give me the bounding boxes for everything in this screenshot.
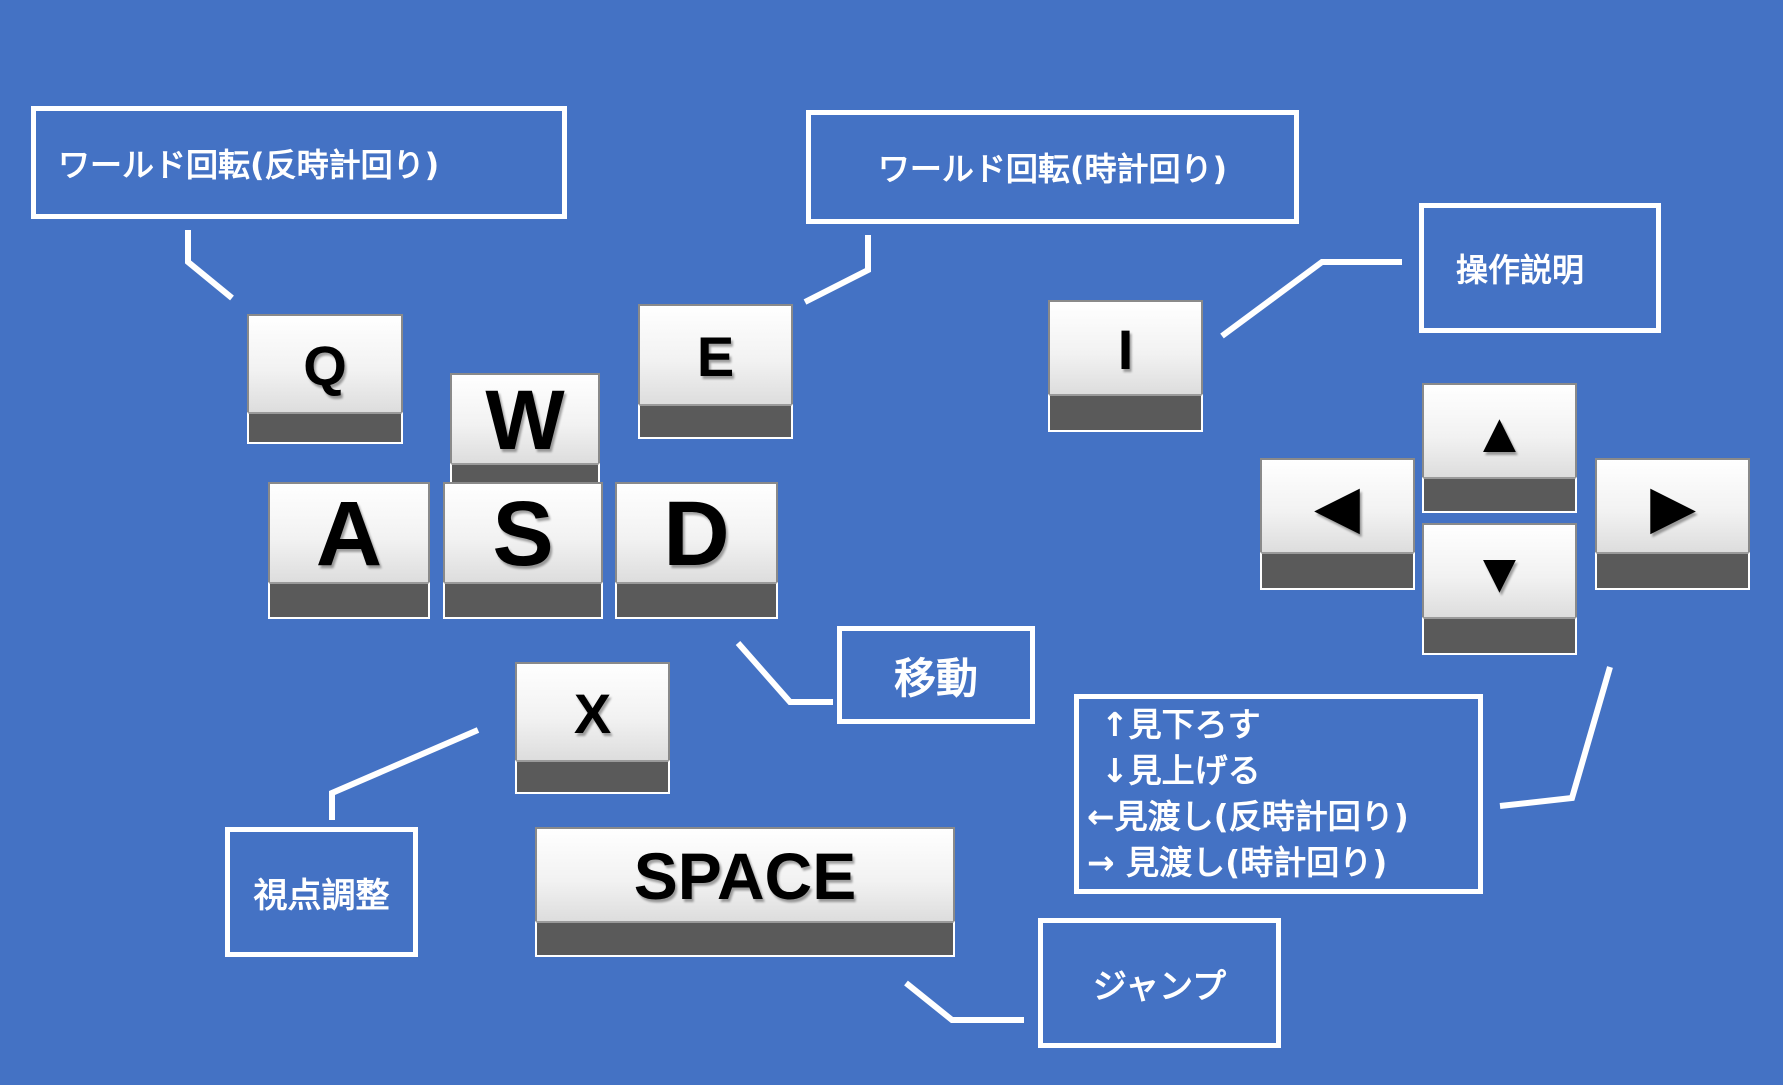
arrow-left-description: ←見渡し(反時計回り) bbox=[1087, 797, 1409, 836]
jump-label: ジャンプ bbox=[1092, 966, 1227, 1007]
right-arrow-icon: ▶ bbox=[1650, 475, 1695, 538]
key-right: ▶ bbox=[1595, 458, 1750, 590]
key-up: ▲ bbox=[1422, 383, 1577, 513]
key-down: ▼ bbox=[1422, 523, 1577, 655]
rotate-ccw-label-box: ワールド回転(反時計回り) bbox=[31, 106, 567, 219]
rotate-cw-label: ワールド回転(時計回り) bbox=[877, 150, 1228, 188]
key-i-label: I bbox=[1117, 317, 1134, 381]
key-e: E bbox=[638, 304, 793, 439]
key-space: SPACE bbox=[535, 827, 955, 957]
key-i: I bbox=[1048, 300, 1203, 432]
key-d-label: D bbox=[663, 482, 730, 585]
move-label-box: 移動 bbox=[837, 626, 1035, 724]
arrow-right-description: → 見渡し(時計回り) bbox=[1087, 843, 1388, 882]
connector-move bbox=[735, 641, 833, 705]
key-x-label: X bbox=[573, 681, 612, 745]
key-s-label: S bbox=[492, 482, 554, 585]
connector-instructions bbox=[1220, 259, 1402, 339]
instructions-label-box: 操作説明 bbox=[1419, 203, 1661, 333]
diagram-canvas: ワールド回転(反時計回り) ワールド回転(時計回り) 操作説明 移動 視点調整 … bbox=[0, 0, 1783, 1085]
arrow-keys-label-box: ↑見下ろす ↓見上げる ←見渡し(反時計回り) → 見渡し(時計回り) bbox=[1074, 694, 1483, 894]
connector-rotate-ccw bbox=[185, 230, 234, 301]
key-e-label: E bbox=[696, 324, 735, 388]
instructions-label: 操作説明 bbox=[1456, 251, 1585, 289]
move-label: 移動 bbox=[893, 653, 978, 703]
rotate-cw-label-box: ワールド回転(時計回り) bbox=[806, 110, 1299, 224]
arrow-down-description: ↓見上げる bbox=[1101, 751, 1261, 790]
key-x: X bbox=[515, 662, 670, 794]
view-adjust-label-box: 視点調整 bbox=[225, 827, 418, 957]
connector-view-adjust bbox=[329, 727, 480, 820]
key-a-label: A bbox=[315, 482, 383, 585]
left-arrow-icon: ◀ bbox=[1315, 475, 1360, 538]
connector-jump bbox=[904, 980, 1024, 1023]
rotate-ccw-label: ワールド回転(反時計回り) bbox=[58, 145, 440, 184]
key-d: D bbox=[615, 482, 778, 619]
jump-label-box: ジャンプ bbox=[1038, 918, 1281, 1048]
key-s: S bbox=[443, 482, 603, 619]
key-w: W bbox=[450, 373, 600, 485]
key-w-label: W bbox=[485, 372, 565, 467]
key-q: Q bbox=[247, 314, 403, 444]
connector-arrows bbox=[1499, 666, 1613, 809]
connector-rotate-cw bbox=[803, 235, 871, 305]
key-a: A bbox=[268, 482, 430, 619]
key-q-label: Q bbox=[303, 333, 347, 397]
key-space-label: SPACE bbox=[633, 839, 857, 913]
arrow-up-description: ↑見下ろす bbox=[1101, 705, 1261, 744]
down-arrow-icon: ▼ bbox=[1471, 540, 1528, 604]
key-left: ◀ bbox=[1260, 458, 1415, 590]
up-arrow-icon: ▲ bbox=[1471, 400, 1528, 464]
view-adjust-label: 視点調整 bbox=[253, 875, 390, 916]
